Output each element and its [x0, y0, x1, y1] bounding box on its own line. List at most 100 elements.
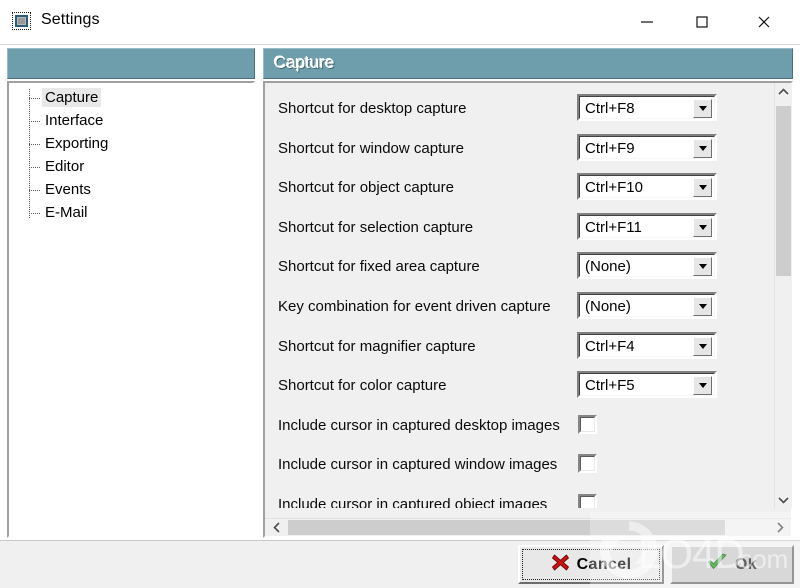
- tree-connector-icon: [29, 201, 42, 224]
- chevron-down-icon[interactable]: [693, 218, 712, 237]
- chevron-down-icon[interactable]: [693, 139, 712, 158]
- sidebar-header: [7, 48, 255, 79]
- vertical-scrollbar-thumb[interactable]: [776, 106, 791, 276]
- tree-connector-icon: [29, 109, 42, 132]
- horizontal-scrollbar-thumb[interactable]: [288, 520, 725, 535]
- settings-row-label: Shortcut for object capture: [278, 179, 454, 196]
- checkbox-inner: [580, 456, 595, 471]
- main-header: Capture: [263, 48, 793, 79]
- shortcut-combobox[interactable]: Ctrl+F4: [577, 332, 717, 359]
- combobox-value: Ctrl+F8: [585, 100, 635, 117]
- combobox-value: Ctrl+F5: [585, 377, 635, 394]
- combobox-value: Ctrl+F11: [585, 219, 642, 236]
- ok-button[interactable]: Ok: [670, 545, 794, 584]
- title-bar: Settings: [0, 0, 800, 45]
- sidebar-item-exporting[interactable]: Exporting: [29, 132, 111, 155]
- page-title: Capture: [274, 53, 335, 72]
- settings-row: Key combination for event driven capture…: [265, 288, 773, 327]
- ok-button-label: Ok: [734, 555, 758, 573]
- chevron-down-icon[interactable]: [693, 297, 712, 316]
- chevron-right-icon[interactable]: [771, 519, 788, 536]
- combobox-value: (None): [585, 258, 631, 275]
- checkbox-inner: [580, 496, 595, 508]
- sidebar-item-e-mail[interactable]: E-Mail: [29, 201, 91, 224]
- maximize-icon[interactable]: [679, 0, 725, 43]
- sidebar-item-editor[interactable]: Editor: [29, 155, 87, 178]
- sidebar-item-label: Capture: [42, 88, 102, 107]
- settings-row: Include cursor in captured object images: [265, 486, 773, 508]
- shortcut-combobox[interactable]: Ctrl+F5: [577, 371, 717, 398]
- settings-row-label: Shortcut for desktop capture: [278, 100, 467, 117]
- chevron-down-icon[interactable]: [693, 376, 712, 395]
- combobox-inner: (None): [579, 254, 715, 277]
- settings-row: Include cursor in captured desktop image…: [265, 407, 773, 446]
- settings-row-label: Include cursor in captured window images: [278, 456, 558, 473]
- settings-row-label: Include cursor in captured object images: [278, 496, 548, 508]
- shortcut-combobox[interactable]: Ctrl+F10: [577, 173, 717, 200]
- settings-row: Shortcut for color capture Ctrl+F5: [265, 367, 773, 406]
- settings-row-label: Shortcut for magnifier capture: [278, 338, 476, 355]
- shortcut-combobox[interactable]: Ctrl+F9: [577, 134, 717, 161]
- settings-row: Shortcut for window capture Ctrl+F9: [265, 130, 773, 169]
- settings-tree[interactable]: Capture Interface Exporting Editor Events E-M…: [9, 83, 253, 536]
- chevron-down-icon[interactable]: [693, 178, 712, 197]
- settings-row-label: Shortcut for fixed area capture: [278, 258, 480, 275]
- window-settings-icon: [12, 12, 33, 32]
- chevron-left-icon[interactable]: [268, 519, 285, 536]
- combobox-inner: Ctrl+F11: [579, 215, 715, 238]
- window-title: Settings: [41, 11, 100, 28]
- tree-connector-icon: [29, 178, 42, 201]
- green-check-icon: [707, 553, 728, 577]
- combobox-inner: Ctrl+F9: [579, 136, 715, 159]
- sidebar-item-capture[interactable]: Capture: [29, 86, 102, 109]
- minimize-icon[interactable]: [624, 0, 670, 43]
- chevron-down-icon[interactable]: [693, 257, 712, 276]
- shortcut-combobox[interactable]: Ctrl+F11: [577, 213, 717, 240]
- shortcut-combobox[interactable]: (None): [577, 252, 717, 279]
- combobox-value: (None): [585, 298, 631, 315]
- tree-connector-icon: [29, 132, 42, 155]
- combobox-value: Ctrl+F9: [585, 140, 635, 157]
- combobox-inner: Ctrl+F8: [579, 96, 715, 119]
- include-cursor-checkbox[interactable]: [578, 454, 597, 473]
- checkbox-inner: [580, 417, 595, 432]
- settings-row: Shortcut for object capture Ctrl+F10: [265, 169, 773, 208]
- include-cursor-checkbox[interactable]: [578, 415, 597, 434]
- close-icon[interactable]: [741, 0, 787, 43]
- cancel-button[interactable]: Cancel: [518, 545, 664, 584]
- chevron-down-icon[interactable]: [775, 491, 792, 508]
- settings-row-label: Shortcut for selection capture: [278, 219, 474, 236]
- sidebar-item-label: Editor: [45, 158, 85, 175]
- sidebar-item-interface[interactable]: Interface: [29, 109, 106, 132]
- chevron-down-icon[interactable]: [693, 337, 712, 356]
- settings-rows: Shortcut for desktop capture Ctrl+F8 Short…: [265, 83, 773, 508]
- settings-row-label: Include cursor in captured desktop image…: [278, 417, 560, 434]
- settings-row-label: Shortcut for window capture: [278, 140, 464, 157]
- chevron-up-icon[interactable]: [775, 83, 792, 100]
- chevron-down-icon[interactable]: [693, 99, 712, 118]
- settings-row: Include cursor in captured window images: [265, 446, 773, 485]
- sidebar-item-label: Events: [45, 181, 91, 198]
- combobox-inner: Ctrl+F5: [579, 373, 715, 396]
- settings-dialog: Settings Capture Capture Interface Exporti…: [0, 0, 800, 588]
- combobox-inner: Ctrl+F10: [579, 175, 715, 198]
- sidebar-item-events[interactable]: Events: [29, 178, 94, 201]
- settings-row: Shortcut for magnifier capture Ctrl+F4: [265, 328, 773, 367]
- combobox-value: Ctrl+F4: [585, 338, 635, 355]
- settings-row: Shortcut for fixed area capture (None): [265, 248, 773, 287]
- include-cursor-checkbox[interactable]: [578, 494, 597, 508]
- settings-row: Shortcut for desktop capture Ctrl+F8: [265, 90, 773, 129]
- tree-connector-icon: [29, 86, 42, 109]
- dialog-button-bar: Cancel Ok: [0, 540, 800, 588]
- horizontal-scrollbar[interactable]: [265, 518, 791, 536]
- sidebar-item-label: E-Mail: [45, 204, 88, 221]
- sidebar-item-label: Exporting: [45, 135, 109, 152]
- cancel-button-label: Cancel: [576, 555, 632, 573]
- settings-row-label: Key combination for event driven capture: [278, 298, 551, 315]
- tree-connector-icon: [29, 155, 42, 178]
- settings-row-label: Shortcut for color capture: [278, 377, 447, 394]
- shortcut-combobox[interactable]: Ctrl+F8: [577, 94, 717, 121]
- sidebar-item-label: Interface: [45, 112, 104, 129]
- shortcut-combobox[interactable]: (None): [577, 292, 717, 319]
- vertical-scrollbar[interactable]: [774, 83, 792, 508]
